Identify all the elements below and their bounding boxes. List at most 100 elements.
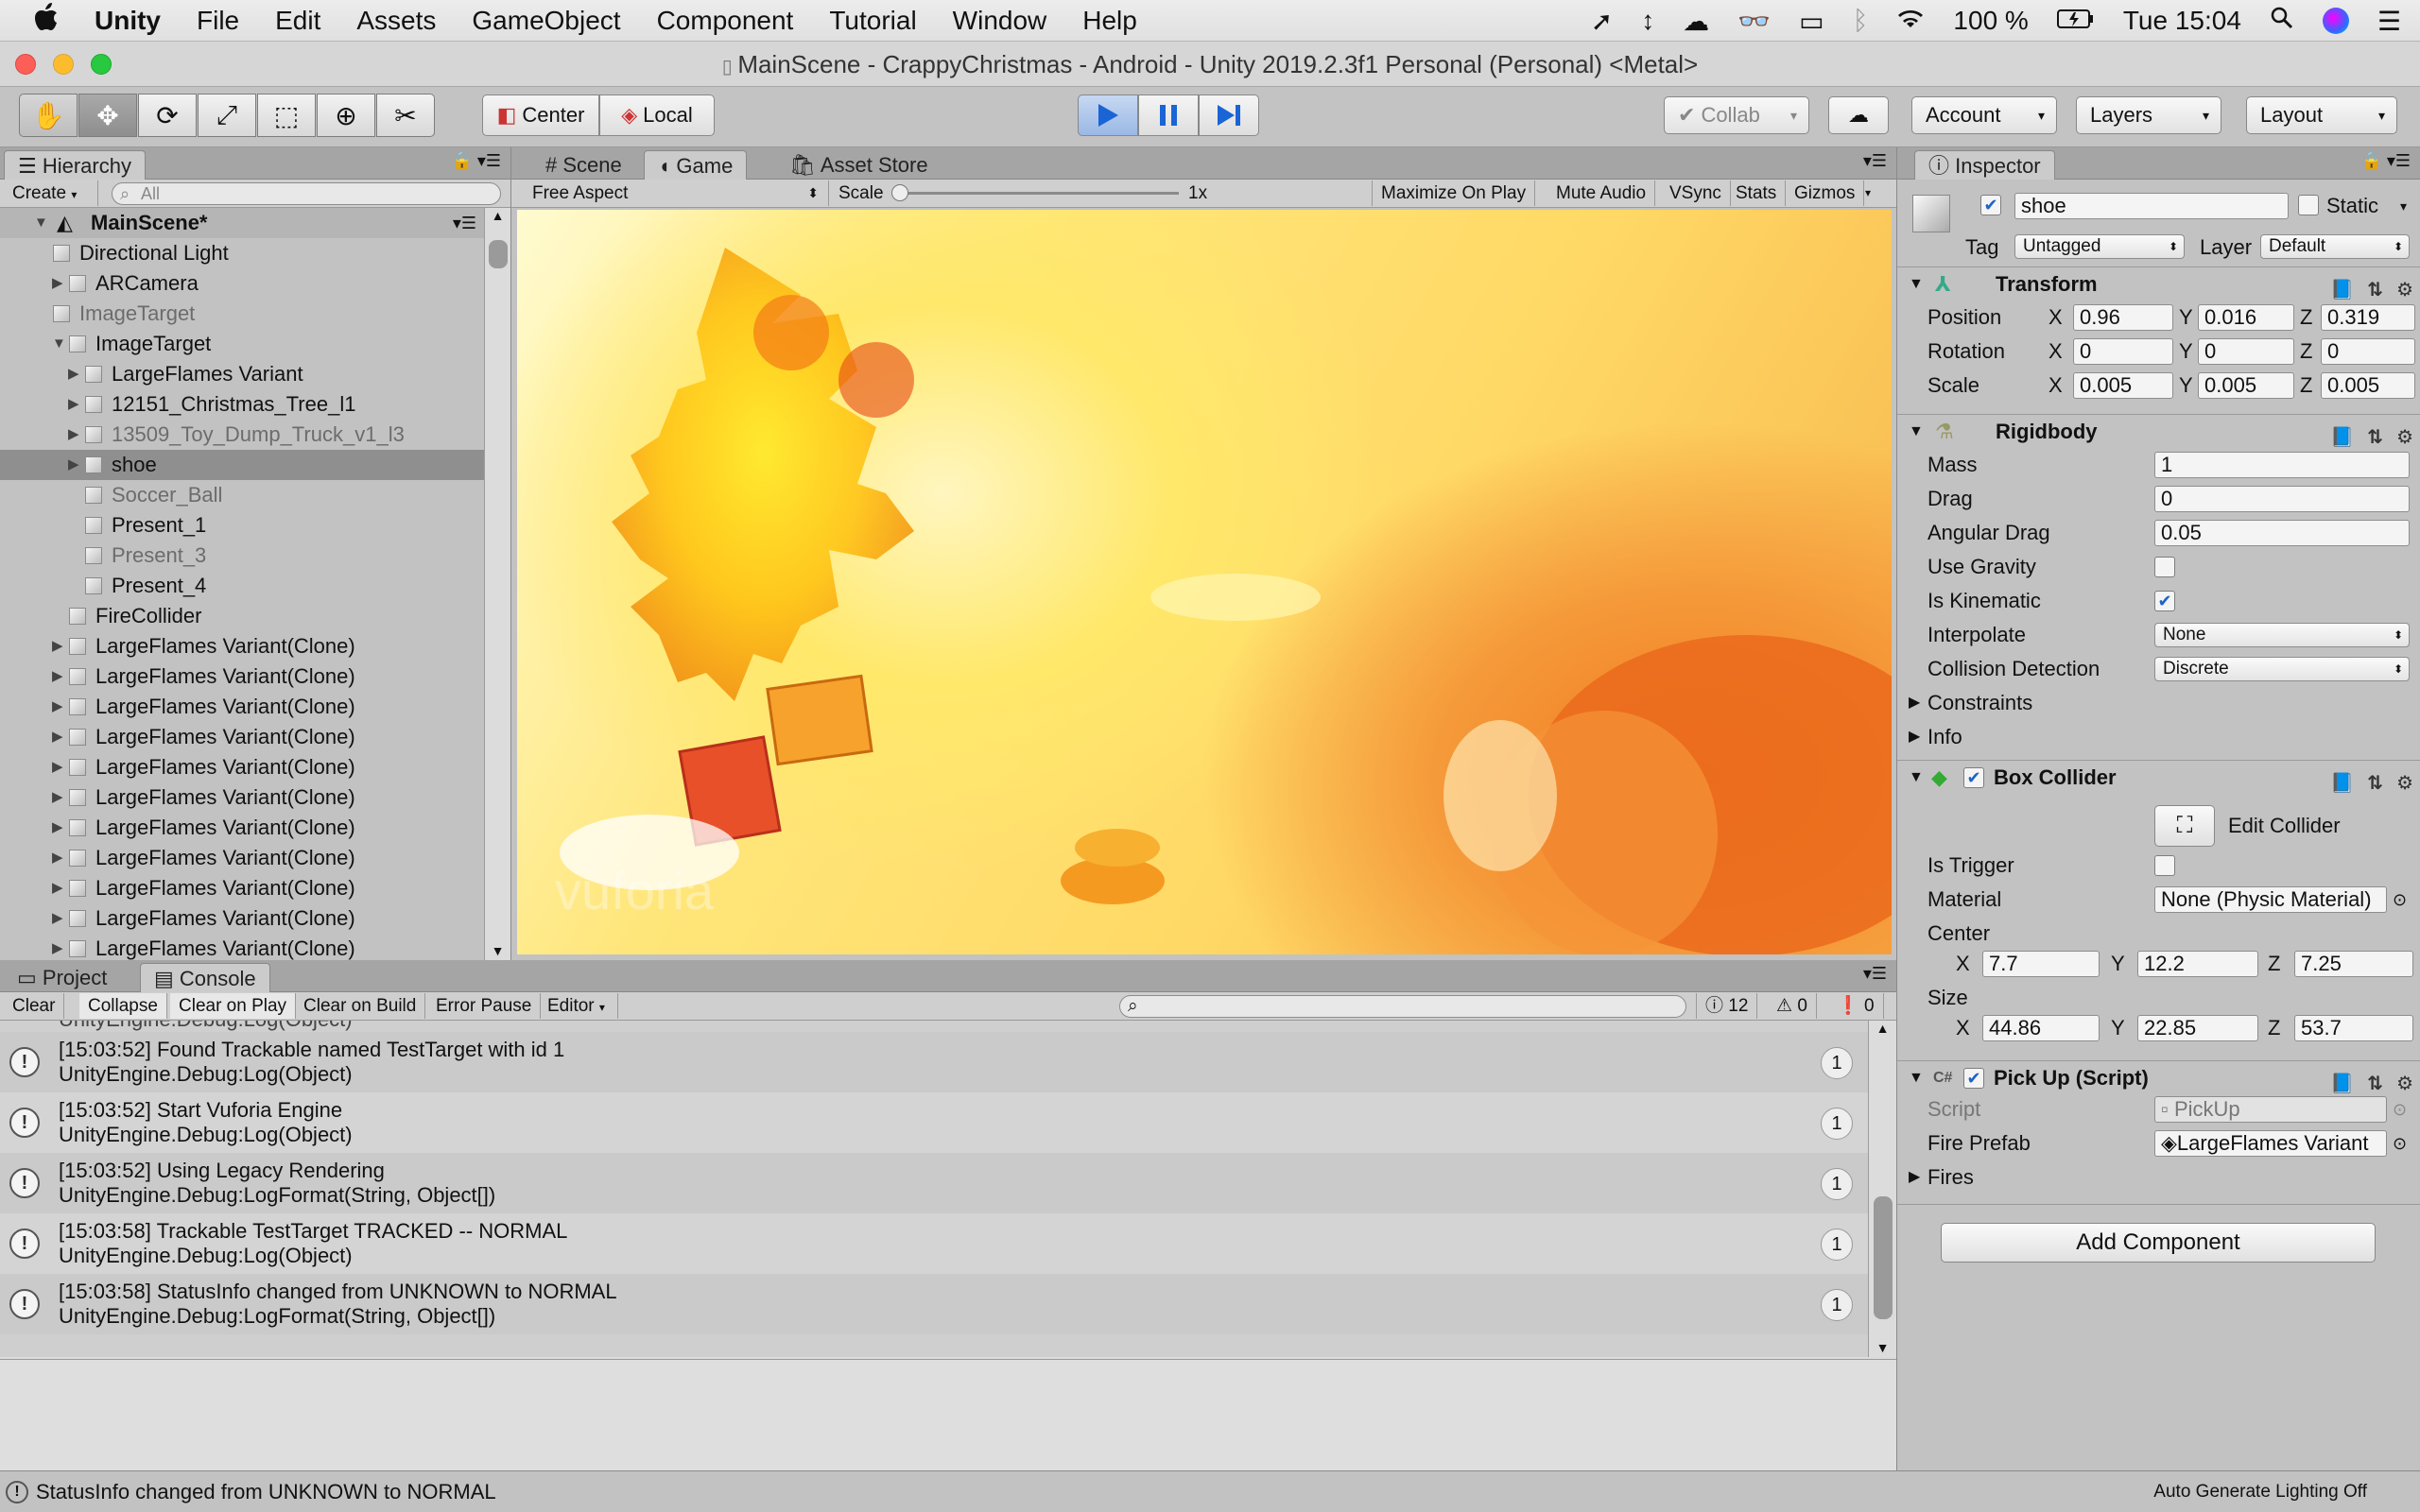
static-chevron-down-icon[interactable]: ▾ <box>2400 191 2407 221</box>
hierarchy-item[interactable]: ▶ 13509_Toy_Dump_Truck_v1_l3 <box>0 420 484 450</box>
rigidbody-header[interactable]: ▼ ⚗ Rigidbody 📘 ⇅ ⚙ <box>1897 414 2420 448</box>
menu-tutorial[interactable]: Tutorial <box>829 6 916 36</box>
help-book-icon[interactable]: 📘 <box>2330 766 2354 800</box>
collapse-arrow-icon[interactable]: ▶ <box>52 692 63 722</box>
hierarchy-item[interactable]: ▶ LargeFlames Variant(Clone) <box>0 782 484 813</box>
layer-dropdown[interactable]: Default ⬍ <box>2260 234 2410 259</box>
collapse-arrow-icon[interactable]: ▶ <box>68 420 79 450</box>
pickup-script-header[interactable]: ▼ C# ✔ Pick Up (Script) 📘 ⇅ ⚙ <box>1897 1060 2420 1094</box>
hierarchy-item[interactable]: Present_1 <box>0 510 484 541</box>
status-message[interactable]: StatusInfo changed from UNKNOWN to NORMA… <box>36 1471 496 1512</box>
center-x-field[interactable]: 7.7 <box>1982 951 2100 977</box>
creative-cloud-icon[interactable]: ☁ <box>1683 6 1709 37</box>
collapse-arrow-icon[interactable]: ▶ <box>52 722 63 752</box>
log-filter-toggle[interactable]: ⓘ 12 <box>1696 993 1758 1019</box>
collapse-arrow-icon[interactable]: ▶ <box>52 813 63 843</box>
info-foldout[interactable]: ▶ Info <box>1897 720 2420 754</box>
tab-hierarchy[interactable]: ☰ Hierarchy <box>4 150 146 180</box>
collapse-arrow-icon[interactable]: ▶ <box>52 752 63 782</box>
position-y-field[interactable]: 0.016 <box>2198 304 2294 331</box>
menu-window[interactable]: Window <box>953 6 1047 36</box>
error-pause-toggle[interactable]: Error Pause <box>427 993 542 1019</box>
collapse-arrow-icon[interactable]: ▶ <box>52 873 63 903</box>
scale-x-field[interactable]: 0.005 <box>2073 372 2173 399</box>
collapse-arrow-icon[interactable]: ▶ <box>52 631 63 662</box>
hierarchy-item[interactable]: ImageTarget <box>0 299 484 329</box>
foldout-arrow-icon[interactable]: ▶ <box>1909 720 1920 754</box>
menu-help[interactable]: Help <box>1082 6 1137 36</box>
rotation-x-field[interactable]: 0 <box>2073 338 2173 365</box>
scale-tool-button[interactable]: ⤢ <box>198 94 256 137</box>
foldout-arrow-icon[interactable]: ▶ <box>1909 1160 1920 1194</box>
preset-icon[interactable]: ⇅ <box>2367 766 2383 800</box>
arrows-vertical-icon[interactable]: ↕ <box>1641 6 1654 36</box>
fire-prefab-field[interactable]: ◈LargeFlames Variant <box>2154 1130 2387 1157</box>
transform-tool-button[interactable]: ⊕ <box>317 94 375 137</box>
custom-tool-button[interactable]: ✂ <box>376 94 435 137</box>
clear-on-play-toggle[interactable]: Clear on Play <box>170 993 297 1019</box>
cloud-button[interactable]: ☁ <box>1828 96 1889 134</box>
panel-menu-icon[interactable]: ▾☰ <box>1863 151 1887 171</box>
scale-slider[interactable] <box>897 192 1179 195</box>
scroll-thumb[interactable] <box>489 240 508 268</box>
step-button[interactable] <box>1199 94 1259 136</box>
panel-menu-icon[interactable]: ▾☰ <box>2387 151 2411 171</box>
scene-menu-icon[interactable]: ▾☰ <box>453 208 476 238</box>
rect-tool-button[interactable]: ⬚ <box>257 94 316 137</box>
add-component-button[interactable]: Add Component <box>1941 1223 2376 1263</box>
position-x-field[interactable]: 0.96 <box>2073 304 2173 331</box>
hierarchy-item[interactable]: ▶ LargeFlames Variant(Clone) <box>0 631 484 662</box>
is-kinematic-checkbox[interactable]: ✔ <box>2154 591 2175 611</box>
fires-foldout[interactable]: ▶ Fires <box>1897 1160 2420 1194</box>
layout-dropdown[interactable]: Layout ▾ <box>2246 96 2397 134</box>
collision-detection-dropdown[interactable]: Discrete ⬍ <box>2154 657 2410 681</box>
hierarchy-item[interactable]: ▶ LargeFlames Variant <box>0 359 484 389</box>
pickup-enabled-checkbox[interactable]: ✔ <box>1963 1068 1984 1089</box>
gizmos-chevron-down-icon[interactable]: ▾ <box>1865 180 1871 206</box>
close-window-button[interactable] <box>15 54 36 75</box>
hierarchy-item[interactable]: Soccer_Ball <box>0 480 484 510</box>
size-x-field[interactable]: 44.86 <box>1982 1015 2100 1041</box>
collapse-arrow-icon[interactable]: ▶ <box>52 903 63 934</box>
collapse-arrow-icon[interactable]: ▶ <box>68 450 79 480</box>
console-scrollbar[interactable]: ▲ ▼ <box>1868 1021 1896 1357</box>
pivot-center-toggle[interactable]: ◧ Center <box>482 94 599 136</box>
hierarchy-item[interactable]: ▶ LargeFlames Variant(Clone) <box>0 873 484 903</box>
foldout-arrow-icon[interactable]: ▼ <box>1909 267 1924 301</box>
menu-gameobject[interactable]: GameObject <box>472 6 620 36</box>
collab-dropdown[interactable]: ✔ Collab ▾ <box>1664 96 1809 134</box>
tab-console[interactable]: ▤ Console <box>140 963 270 992</box>
pivot-local-toggle[interactable]: ◈ Local <box>599 94 715 136</box>
collapse-arrow-icon[interactable]: ▶ <box>52 662 63 692</box>
account-dropdown[interactable]: Account ▾ <box>1911 96 2057 134</box>
hierarchy-item[interactable]: Present_3 <box>0 541 484 571</box>
hierarchy-item[interactable]: Directional Light <box>0 238 484 268</box>
rotation-y-field[interactable]: 0 <box>2198 338 2294 365</box>
tab-project[interactable]: ▭ Project <box>4 963 120 992</box>
transform-header[interactable]: ▼ ⅄ Transform 📘 ⇅ ⚙ <box>1897 266 2420 301</box>
rotation-z-field[interactable]: 0 <box>2321 338 2415 365</box>
tab-game[interactable]: ◖ Game <box>644 150 748 180</box>
hierarchy-item[interactable]: ▶ shoe <box>0 450 484 480</box>
vsync-toggle[interactable]: VSync <box>1661 180 1731 206</box>
console-log-entry[interactable]: ! [15:03:58] Trackable TestTarget TRACKED… <box>0 1213 1868 1274</box>
warning-filter-toggle[interactable]: ⚠ 0 <box>1768 993 1817 1019</box>
wifi-icon[interactable] <box>1896 6 1925 36</box>
menu-file[interactable]: File <box>197 6 239 36</box>
bluetooth-icon[interactable]: ᛒ <box>1853 6 1869 36</box>
game-viewport[interactable]: vuforia <box>517 210 1892 954</box>
hierarchy-item[interactable]: ▶ ARCamera <box>0 268 484 299</box>
foldout-arrow-icon[interactable]: ▶ <box>1909 686 1920 720</box>
mute-audio-toggle[interactable]: Mute Audio <box>1547 180 1656 206</box>
object-name-field[interactable]: shoe <box>2014 193 2289 219</box>
editor-dropdown[interactable]: Editor ▾ <box>539 993 618 1019</box>
angular-drag-field[interactable]: 0.05 <box>2154 520 2410 546</box>
maximize-on-play-toggle[interactable]: Maximize On Play <box>1372 180 1536 206</box>
hierarchy-item[interactable]: FireCollider <box>0 601 484 631</box>
hierarchy-item[interactable]: Present_4 <box>0 571 484 601</box>
object-picker-icon[interactable]: ⊙ <box>2393 883 2407 917</box>
is-trigger-checkbox[interactable] <box>2154 855 2175 876</box>
size-y-field[interactable]: 22.85 <box>2137 1015 2258 1041</box>
foldout-arrow-icon[interactable]: ▼ <box>1909 761 1924 795</box>
hierarchy-item[interactable]: ▶ LargeFlames Variant(Clone) <box>0 903 484 934</box>
